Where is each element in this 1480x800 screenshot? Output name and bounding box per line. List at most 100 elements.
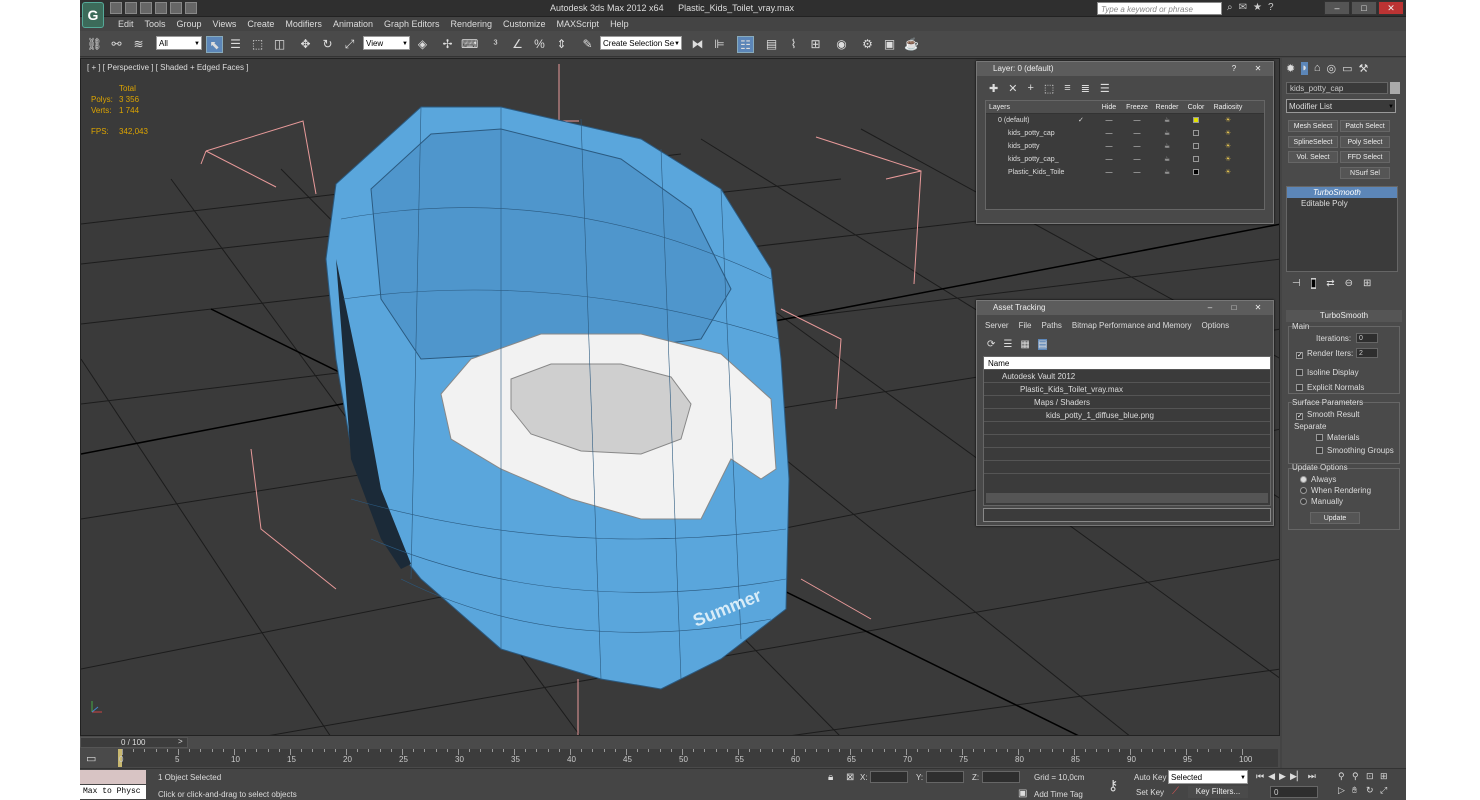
scale-icon[interactable]: ⤢ [341, 36, 358, 53]
spinner-snap-icon[interactable]: ⇕ [553, 36, 570, 53]
go-to-start-icon[interactable]: ⏮ [1256, 771, 1264, 782]
transform-mode-icon[interactable]: ⊠ [846, 772, 854, 783]
update-button[interactable]: Update [1310, 512, 1360, 524]
rotate-icon[interactable]: ↻ [319, 36, 336, 53]
layer-color-swatch[interactable] [1182, 166, 1210, 179]
create-tab-icon[interactable]: ✹ [1286, 62, 1295, 75]
rendered-frame-icon[interactable]: ▣ [881, 36, 898, 53]
layer-row[interactable]: kids_potty — — ☕︎ ☀︎ [986, 140, 1264, 153]
make-unique-icon[interactable]: ⇄ [1326, 278, 1334, 289]
previous-frame-icon[interactable]: ◀ [1268, 771, 1275, 782]
layer-hide-toggle[interactable]: — [1096, 153, 1122, 166]
orbit-icon[interactable]: ↻ [1366, 785, 1380, 796]
link-icon[interactable]: ⛓ [86, 36, 103, 53]
current-frame-field[interactable]: 0 [1270, 786, 1318, 798]
open-file-icon[interactable] [125, 2, 137, 14]
asset-row-vault[interactable]: Autodesk Vault 2012 [984, 370, 1270, 383]
create-layer-icon[interactable]: ✚ [989, 82, 998, 95]
freeze-all-layers-icon[interactable]: ☰ [1100, 82, 1110, 95]
zoom-all-icon[interactable]: ⚲ [1352, 771, 1366, 782]
project-folder-icon[interactable] [185, 2, 197, 14]
explicit-normals-checkbox[interactable] [1296, 384, 1303, 391]
menu-rendering[interactable]: Rendering [451, 17, 493, 31]
render-iters-checkbox[interactable]: ✓ [1296, 352, 1303, 359]
layer-color-swatch[interactable] [1182, 114, 1210, 127]
add-to-layer-icon[interactable]: + [1027, 82, 1033, 95]
set-key-button[interactable]: Set Key [1136, 788, 1164, 797]
time-tag-icon[interactable]: ▣ [1018, 788, 1027, 799]
render-iters-spinner[interactable]: 2 [1356, 348, 1378, 358]
menu-graph-editors[interactable]: Graph Editors [384, 17, 440, 31]
undo-icon[interactable] [155, 2, 167, 14]
layer-color-swatch[interactable] [1182, 153, 1210, 166]
select-object-icon[interactable]: ⬉ [206, 36, 223, 53]
materials-toggle[interactable]: Materials [1316, 433, 1359, 442]
menu-views[interactable]: Views [213, 17, 237, 31]
layers-col-radiosity[interactable]: Radiosity [1210, 101, 1246, 113]
mini-curve-editor-icon[interactable]: ▭ [86, 752, 96, 765]
iterations-spinner[interactable]: 0 [1356, 333, 1378, 343]
asset-path-field[interactable] [983, 508, 1271, 522]
layer-color-swatch[interactable] [1182, 127, 1210, 140]
asset-menu-server[interactable]: Server [985, 321, 1009, 330]
layer-color-swatch[interactable] [1182, 140, 1210, 153]
zoom-extents-icon[interactable]: ⊡ [1366, 771, 1380, 782]
x-coord-field[interactable] [870, 771, 908, 783]
communication-icon[interactable]: ✉ [1239, 2, 1247, 13]
highlight-selected-icon[interactable]: ≡ [1064, 82, 1070, 95]
hide-all-layers-icon[interactable]: ≣ [1081, 82, 1090, 95]
minimize-button[interactable]: – [1324, 1, 1350, 15]
material-editor-icon[interactable]: ◉ [833, 36, 850, 53]
ffd-select-button[interactable]: FFD Select [1340, 151, 1390, 163]
redo-icon[interactable] [170, 2, 182, 14]
pivot-center-icon[interactable]: ◈ [414, 36, 431, 53]
layer-hide-toggle[interactable]: — [1096, 114, 1122, 127]
menu-maxscript[interactable]: MAXScript [557, 17, 600, 31]
modify-tab-icon[interactable]: ◗ [1301, 62, 1308, 75]
lock-selection-icon[interactable]: 🔒︎ [828, 772, 833, 783]
layer-render-teapot-icon[interactable]: ☕︎ [1152, 140, 1182, 153]
select-manipulate-icon[interactable]: ✢ [439, 36, 456, 53]
delete-layer-icon[interactable]: ✕ [1008, 82, 1017, 95]
layer-hide-toggle[interactable]: — [1096, 140, 1122, 153]
object-name-field[interactable]: kids_potty_cap [1286, 82, 1388, 94]
always-radio[interactable]: Always [1300, 475, 1336, 484]
auto-key-button[interactable]: Auto Key [1134, 773, 1166, 782]
script-label[interactable]: Max to Physc [80, 785, 146, 799]
smooth-result-toggle[interactable]: ✓ Smooth Result [1296, 410, 1359, 420]
layer-name[interactable]: Plastic_Kids_Toile [986, 166, 1096, 179]
refresh-icon[interactable]: ⟳ [987, 339, 995, 350]
key-filters-button[interactable]: Key Filters... [1188, 786, 1248, 798]
favorites-icon[interactable]: ★ [1253, 2, 1262, 13]
layer-render-teapot-icon[interactable]: ☕︎ [1152, 127, 1182, 140]
layer-radiosity-icon[interactable]: ☀︎ [1210, 140, 1246, 153]
snaps-toggle-icon[interactable]: ³ [487, 36, 504, 53]
close-button[interactable]: ✕ [1378, 1, 1404, 15]
render-production-icon[interactable]: ☕ [903, 36, 920, 53]
isoline-toggle[interactable]: Isoline Display [1296, 368, 1359, 377]
set-key-mode-icon[interactable]: ⚷ [1108, 777, 1118, 794]
layer-freeze-toggle[interactable]: — [1122, 166, 1152, 179]
render-setup-icon[interactable]: ⚙ [859, 36, 876, 53]
asset-menu-paths[interactable]: Paths [1041, 321, 1061, 330]
layer-radiosity-icon[interactable]: ☀︎ [1210, 153, 1246, 166]
play-icon[interactable]: ▶ [1279, 771, 1286, 782]
materials-checkbox[interactable] [1316, 434, 1323, 441]
nsurf-select-button[interactable]: NSurf Sel [1340, 167, 1390, 179]
layer-row[interactable]: kids_potty_cap — — ☕︎ ☀︎ [986, 127, 1264, 140]
go-to-end-icon[interactable]: ⏭ [1308, 771, 1316, 782]
new-file-icon[interactable] [110, 2, 122, 14]
layer-freeze-toggle[interactable]: — [1122, 140, 1152, 153]
app-logo-button[interactable]: G [82, 2, 104, 28]
unlink-icon[interactable]: ⚯ [108, 36, 125, 53]
layer-manager-icon[interactable]: ☷ [737, 36, 754, 53]
layer-radiosity-icon[interactable]: ☀︎ [1210, 166, 1246, 179]
graphite-ribbon-icon[interactable]: ▤ [763, 36, 780, 53]
utilities-tab-icon[interactable]: ⚒ [1359, 62, 1369, 75]
asset-panel-maximize-button[interactable]: □ [1223, 301, 1245, 313]
add-time-tag-button[interactable]: Add Time Tag [1034, 790, 1083, 799]
maximize-button[interactable]: □ [1351, 1, 1377, 15]
asset-menu-file[interactable]: File [1019, 321, 1032, 330]
layer-render-teapot-icon[interactable]: ☕︎ [1152, 153, 1182, 166]
layer-name[interactable]: kids_potty_cap_ [986, 153, 1096, 166]
